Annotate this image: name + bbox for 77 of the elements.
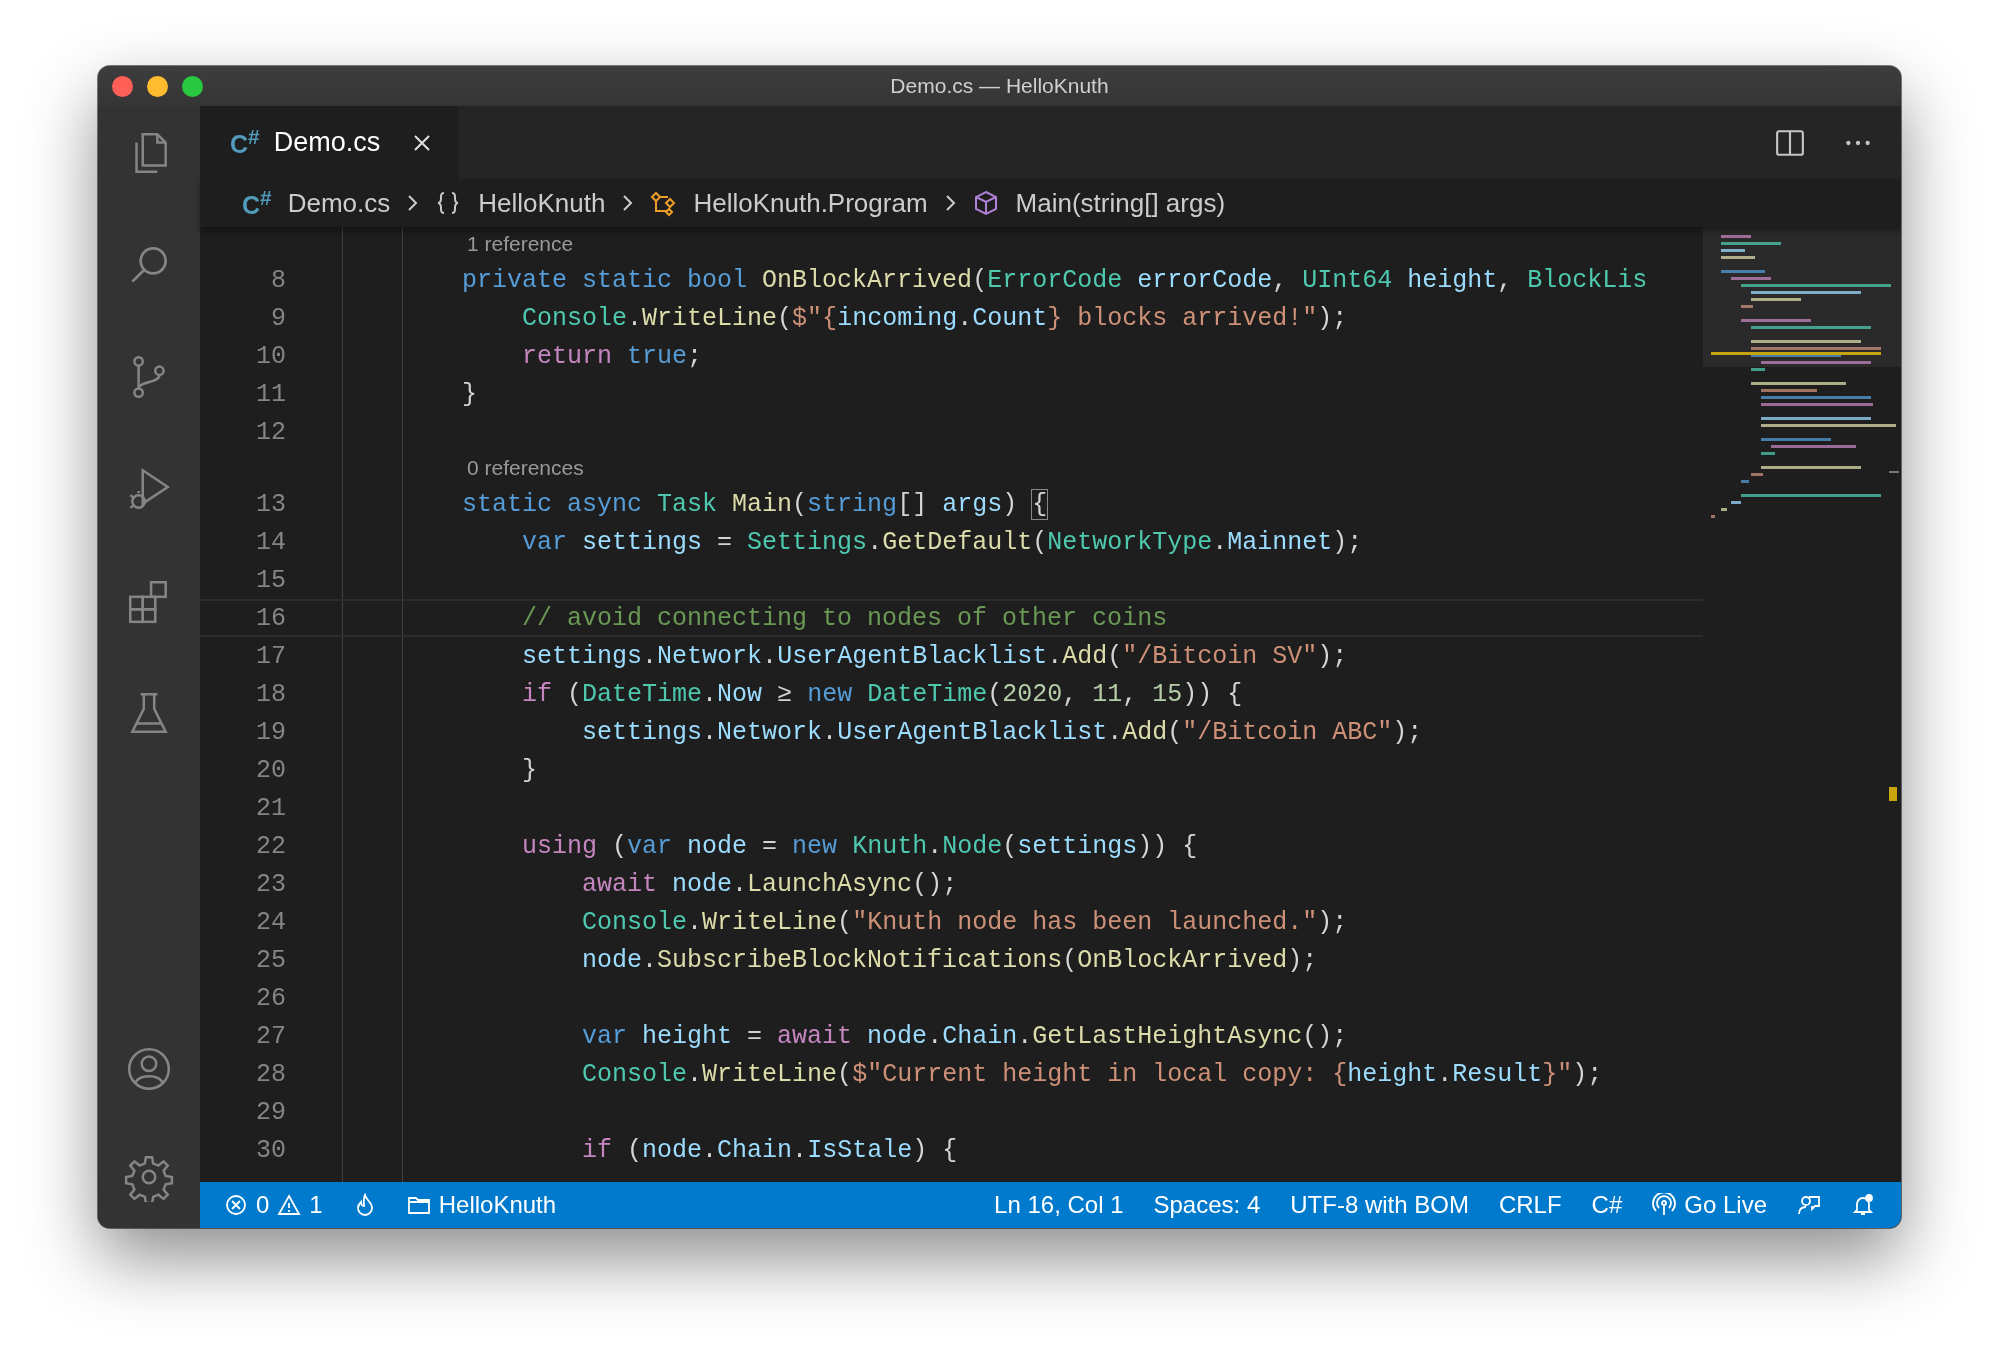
error-count: 0 [256, 1191, 270, 1219]
line-number: 15 [256, 565, 286, 595]
go-live-button[interactable]: Go Live [1652, 1191, 1767, 1219]
problems-indicator[interactable]: 0 1 [224, 1191, 323, 1219]
csharp-file-icon: C$^{#}$ [242, 185, 272, 221]
line-number: 30 [256, 1135, 286, 1165]
code-line: } [461, 379, 478, 409]
line-number: 29 [256, 1097, 286, 1127]
language-mode[interactable]: C# [1591, 1191, 1623, 1219]
close-window-button[interactable] [112, 76, 133, 97]
code-line: if (DateTime.Now ≥ new DateTime(2020, 11, 15)) { [521, 679, 1243, 709]
line-number: 21 [256, 793, 286, 823]
line-number: 16 [256, 603, 286, 633]
line-number: 19 [256, 717, 286, 747]
breadcrumb-item[interactable]: Demo.cs [287, 187, 391, 219]
folder-name: HelloKnuth [438, 1191, 557, 1219]
csharp-file-icon: C$^{#}$ [230, 125, 260, 160]
code-line: node.SubscribeBlockNotifications(OnBlockArrived); [581, 945, 1318, 975]
code-line: } [521, 755, 538, 785]
warning-count: 1 [309, 1191, 323, 1219]
minimize-window-button[interactable] [147, 76, 168, 97]
line-number: 24 [256, 907, 286, 937]
code-line: // avoid connecting to nodes of other coins [521, 603, 1168, 633]
code-line: Console.WriteLine($"Current height in local copy: {height.Result}"); [581, 1059, 1603, 1089]
class-icon [649, 189, 678, 217]
breadcrumb-item[interactable]: Main(string[] args) [1015, 187, 1226, 219]
line-number: 26 [256, 983, 286, 1013]
line-number: 17 [256, 641, 286, 671]
line-number: 11 [256, 379, 286, 409]
line-number: 27 [256, 1021, 286, 1051]
warning-icon [277, 1193, 302, 1217]
code-line: await node.LaunchAsync(); [581, 869, 958, 899]
code-line: using (var node = new Knuth.Node(settings)) { [521, 831, 1198, 861]
code-line: settings.Network.UserAgentBlacklist.Add("/Bitcoin SV"); [521, 641, 1348, 671]
editor-tab[interactable]: C$^{#}$ Demo.cs [200, 106, 459, 179]
line-number: 25 [256, 945, 286, 975]
indentation-setting[interactable]: Spaces: 4 [1153, 1191, 1261, 1219]
chevron-icon [406, 193, 419, 213]
chevron-icon [943, 193, 956, 213]
zoom-window-button[interactable] [182, 76, 203, 97]
line-number: 28 [256, 1059, 286, 1089]
code-line: var settings = Settings.GetDefault(NetworkType.Mainnet); [521, 527, 1363, 557]
notifications-icon[interactable] [1851, 1193, 1875, 1217]
codelens-link[interactable]: 0 references [342, 456, 584, 480]
line-ending-setting[interactable]: CRLF [1498, 1191, 1562, 1219]
line-number: 12 [256, 417, 286, 447]
line-number: 22 [256, 831, 286, 861]
close-icon[interactable] [412, 132, 433, 153]
encoding-setting[interactable]: UTF-8 with BOM [1290, 1191, 1469, 1219]
breadcrumb-item[interactable]: HelloKnuth [478, 187, 606, 219]
line-number: 8 [271, 265, 286, 295]
code-line: var height = await node.Chain.GetLastHeightAsync(); [581, 1021, 1348, 1051]
code-line: return true; [521, 341, 703, 371]
code-line: private static bool OnBlockArrived(ErrorCode errorCode, UInt64 height, BlockLis [461, 265, 1648, 295]
breadcrumb-item[interactable]: HelloKnuth.Program [693, 187, 928, 219]
code-line: settings.Network.UserAgentBlacklist.Add("/Bitcoin ABC"); [581, 717, 1423, 747]
line-number: 18 [256, 679, 286, 709]
split-editor-icon[interactable] [1775, 127, 1805, 158]
line-number: 14 [256, 527, 286, 557]
code-line: Console.WriteLine($"{incoming.Count} blocks arrived!"); [521, 303, 1348, 333]
window-title: Demo.cs — HelloKnuth [890, 74, 1109, 98]
cursor-position[interactable]: Ln 16, Col 1 [994, 1191, 1124, 1219]
go-live-label: Go Live [1684, 1191, 1767, 1219]
code-line: if (node.Chain.IsStale) { [581, 1135, 958, 1165]
codelens-link[interactable]: 1 reference [342, 232, 574, 256]
line-number: 10 [256, 341, 286, 371]
error-icon [224, 1193, 248, 1217]
code-line: static async Task Main(string[] args) { [461, 489, 1048, 519]
line-number: 23 [256, 869, 286, 899]
line-number: 9 [271, 303, 286, 333]
code-line: Console.WriteLine("Knuth node has been launched."); [581, 907, 1348, 937]
line-number: 20 [256, 755, 286, 785]
broadcast-icon [1652, 1193, 1677, 1217]
folder-indicator[interactable]: HelloKnuth [406, 1191, 557, 1219]
chevron-icon [621, 193, 634, 213]
feedback-icon[interactable] [1797, 1193, 1821, 1217]
line-number: 13 [256, 489, 286, 519]
